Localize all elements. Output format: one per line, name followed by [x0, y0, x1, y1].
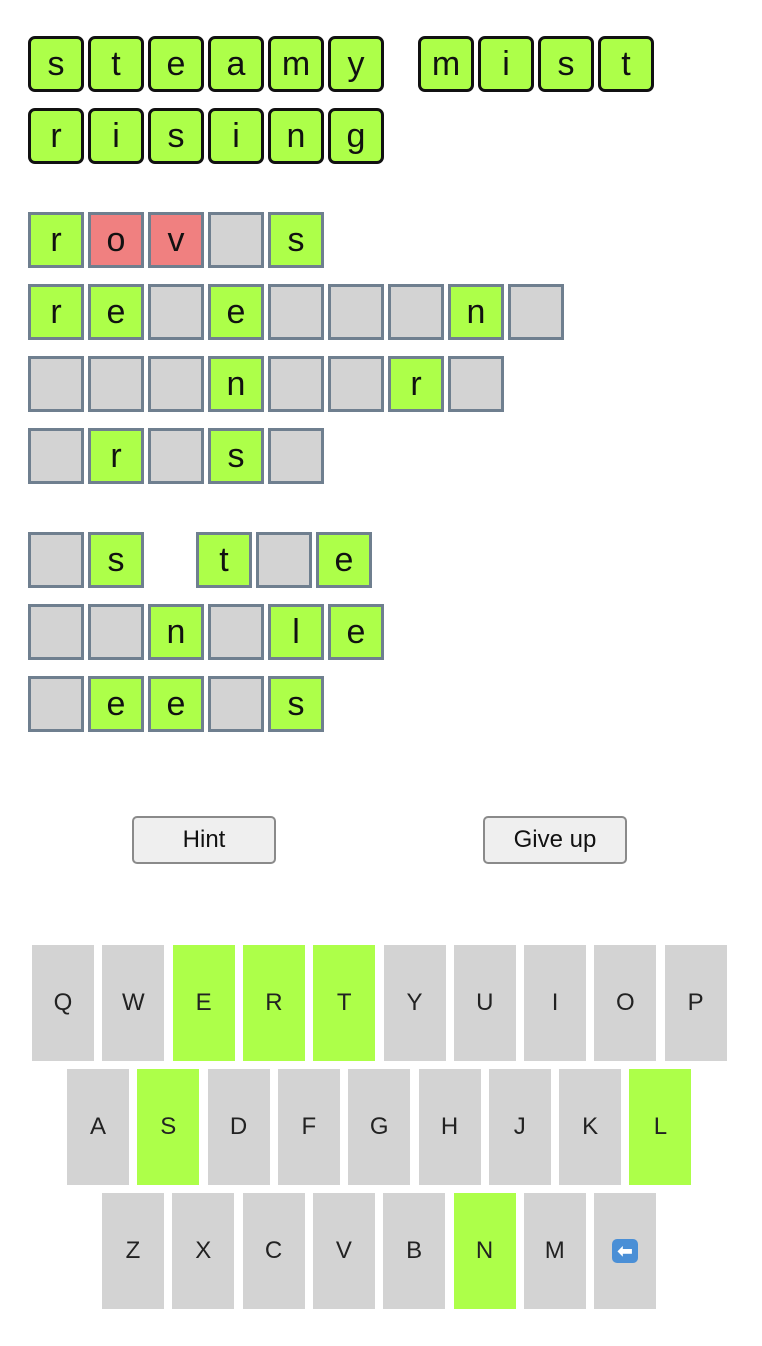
guess-tile: [208, 676, 264, 732]
answer-tile: e: [148, 36, 204, 92]
key-h[interactable]: H: [418, 1069, 481, 1185]
key-z[interactable]: Z: [102, 1193, 164, 1309]
guess-tile: n: [208, 356, 264, 412]
guess-tile: [28, 532, 84, 588]
key-w[interactable]: W: [102, 945, 165, 1061]
guess-tile: r: [388, 356, 444, 412]
guess-tile: [28, 428, 84, 484]
key-q[interactable]: Q: [32, 945, 94, 1061]
key-c[interactable]: C: [242, 1193, 305, 1309]
guess-tile: [148, 284, 204, 340]
guess-tile: e: [148, 676, 204, 732]
guess-tile: e: [316, 532, 372, 588]
backspace-key[interactable]: ⬅: [594, 1193, 657, 1309]
answer-tile: y: [328, 36, 384, 92]
guess-tile: [268, 428, 324, 484]
key-e[interactable]: E: [172, 945, 235, 1061]
guess-tile: [328, 356, 384, 412]
answer-tile: m: [268, 36, 324, 92]
answer-tile: a: [208, 36, 264, 92]
key-x[interactable]: X: [172, 1193, 235, 1309]
guess-tile: [28, 356, 84, 412]
answer-tile: r: [28, 108, 84, 164]
guess-tile: e: [88, 284, 144, 340]
guess-tile: l: [268, 604, 324, 660]
key-g[interactable]: G: [348, 1069, 411, 1185]
key-a[interactable]: A: [67, 1069, 129, 1185]
key-k[interactable]: K: [559, 1069, 622, 1185]
key-m[interactable]: M: [523, 1193, 586, 1309]
key-l[interactable]: L: [629, 1069, 692, 1185]
key-f[interactable]: F: [277, 1069, 340, 1185]
guess-tile: [208, 212, 264, 268]
answer-tile: t: [598, 36, 654, 92]
guess-tile: [28, 676, 84, 732]
guess-tile: t: [196, 532, 252, 588]
guess-tile: e: [328, 604, 384, 660]
guess-tile: [88, 604, 144, 660]
guess-tile: [268, 284, 324, 340]
hint-button[interactable]: Hint: [132, 816, 276, 864]
guess-tile: [148, 428, 204, 484]
guess-tile: [208, 604, 264, 660]
key-r[interactable]: R: [242, 945, 305, 1061]
answer-tile: m: [418, 36, 474, 92]
answer-tile: s: [148, 108, 204, 164]
guess-tile: e: [208, 284, 264, 340]
guess-tile: [28, 604, 84, 660]
guess-tile: r: [28, 284, 84, 340]
key-n[interactable]: N: [453, 1193, 516, 1309]
key-t[interactable]: T: [313, 945, 376, 1061]
guess-tile: s: [88, 532, 144, 588]
guess-tile: [448, 356, 504, 412]
key-b[interactable]: B: [383, 1193, 446, 1309]
guess-tile: [256, 532, 312, 588]
key-u[interactable]: U: [453, 945, 516, 1061]
key-y[interactable]: Y: [383, 945, 446, 1061]
guess-tile: [328, 284, 384, 340]
guess-tile: o: [88, 212, 144, 268]
key-d[interactable]: D: [207, 1069, 270, 1185]
key-j[interactable]: J: [488, 1069, 551, 1185]
guess-tile: n: [448, 284, 504, 340]
key-v[interactable]: V: [312, 1193, 375, 1309]
key-p[interactable]: P: [664, 945, 727, 1061]
answer-tile: i: [88, 108, 144, 164]
answer-tile: s: [28, 36, 84, 92]
left-arrow-icon: ⬅: [612, 1239, 639, 1263]
give-up-button[interactable]: Give up: [483, 816, 627, 864]
guess-tile: n: [148, 604, 204, 660]
answer-tile: i: [208, 108, 264, 164]
answer-tile: g: [328, 108, 384, 164]
guess-tile: [88, 356, 144, 412]
guess-tile: [388, 284, 444, 340]
guess-tile: e: [88, 676, 144, 732]
answer-tile: i: [478, 36, 534, 92]
guess-tile: [508, 284, 564, 340]
key-i[interactable]: I: [524, 945, 587, 1061]
key-o[interactable]: O: [594, 945, 657, 1061]
answer-tile: t: [88, 36, 144, 92]
answer-tile: s: [538, 36, 594, 92]
guess-tile: s: [268, 676, 324, 732]
guess-tile: r: [88, 428, 144, 484]
guess-tile: [148, 356, 204, 412]
answer-tile: n: [268, 108, 324, 164]
guess-tile: v: [148, 212, 204, 268]
guess-tile: s: [268, 212, 324, 268]
guess-tile: r: [28, 212, 84, 268]
guess-tile: [268, 356, 324, 412]
guess-tile: s: [208, 428, 264, 484]
key-s[interactable]: S: [137, 1069, 200, 1185]
